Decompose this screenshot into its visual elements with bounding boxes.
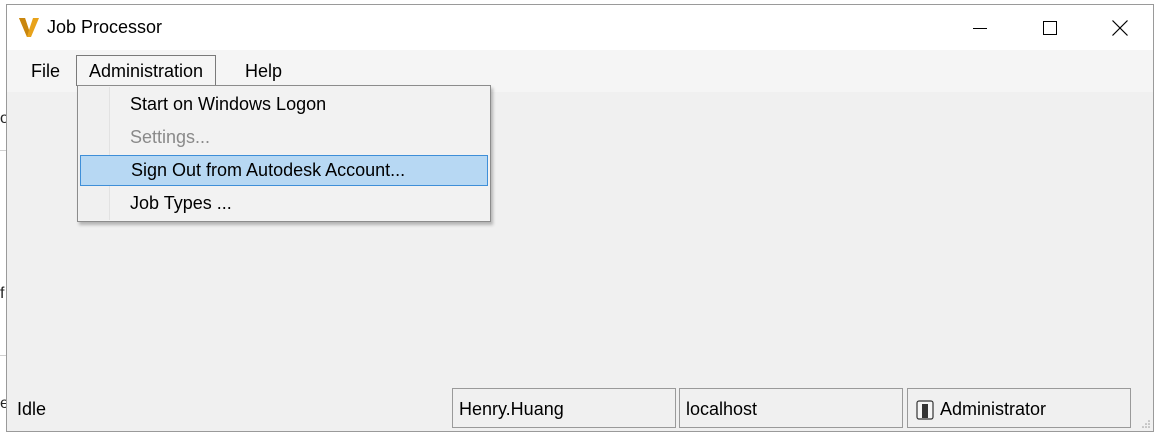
menu-file[interactable]: File [21,56,70,86]
title-bar[interactable]: Job Processor [7,5,1153,50]
minimize-icon [973,27,987,29]
status-text: Idle [17,399,47,419]
user-role-icon [916,400,934,420]
administration-dropdown-menu: Start on Windows Logon Settings... Sign … [77,85,491,222]
menu-administration[interactable]: Administration [76,55,217,86]
close-button[interactable] [1085,5,1155,50]
status-bar: Idle Henry.Huang localhost Administrator [7,385,1153,431]
close-icon [1112,19,1128,36]
resize-grip-icon[interactable] [1142,420,1150,428]
menu-item-sign-out[interactable]: Sign Out from Autodesk Account... [80,155,488,186]
background-text-fragment: f [0,285,5,302]
maximize-icon [1043,20,1057,35]
window-title: Job Processor [47,17,163,37]
menu-item-start-on-windows-logon[interactable]: Start on Windows Logon [80,89,488,120]
maximize-button[interactable] [1015,5,1085,50]
status-panel-user: Henry.Huang [452,388,676,428]
minimize-button[interactable] [945,5,1015,50]
menu-item-settings[interactable]: Settings... [80,122,488,153]
status-panel-host: localhost [679,388,903,428]
status-panel-role: Administrator [907,388,1131,428]
autodesk-vault-icon [19,18,39,37]
job-processor-window: Job Processor File Administration Help S… [6,4,1154,432]
status-role-label: Administrator [940,399,1047,419]
menu-item-job-types[interactable]: Job Types ... [80,188,488,219]
menu-help[interactable]: Help [235,56,292,86]
